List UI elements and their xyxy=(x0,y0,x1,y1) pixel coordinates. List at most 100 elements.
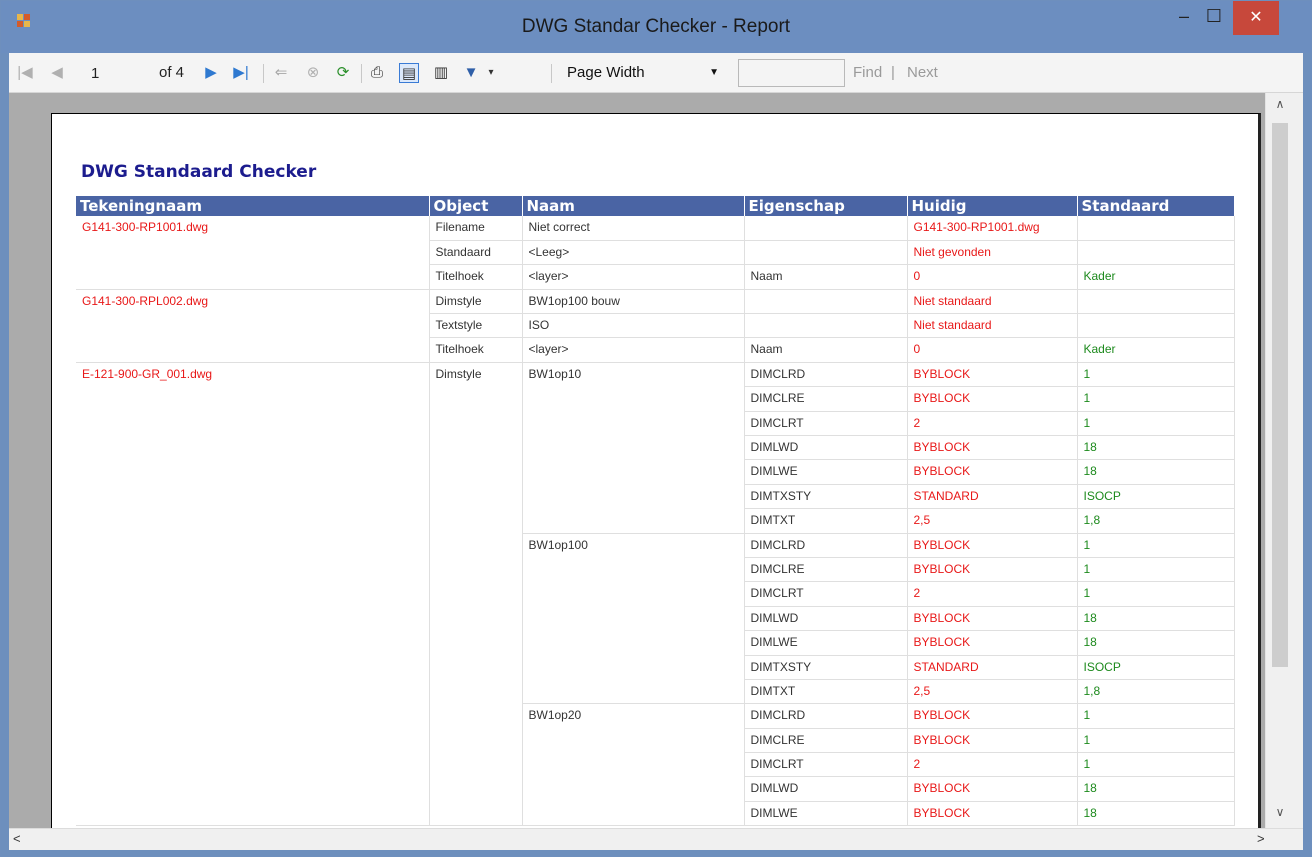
next-page-icon[interactable]: ▶ xyxy=(201,63,221,83)
table-row: DIMLWE BYBLOCK 18 xyxy=(76,459,1235,485)
standard-cell: 1,8 xyxy=(1077,679,1235,705)
object-cell xyxy=(429,508,523,534)
table-row: DIMCLRE BYBLOCK 1 xyxy=(76,728,1235,754)
refresh-icon[interactable]: ⟳ xyxy=(333,63,353,83)
report-table: Tekeningnaam Object Naam Eigenschap Huid… xyxy=(76,196,1235,827)
name-cell xyxy=(522,728,745,753)
drawing-name-cell xyxy=(76,776,430,802)
property-cell: DIMCLRT xyxy=(744,411,908,437)
chevron-down-icon: ▼ xyxy=(709,67,719,78)
page-count-label: of 4 xyxy=(159,64,185,81)
drawing-name-cell xyxy=(76,728,430,753)
property-cell: DIMLWE xyxy=(744,459,908,485)
minimize-button[interactable]: – xyxy=(1171,1,1197,35)
drawing-name-cell xyxy=(76,581,430,607)
back-icon[interactable]: ⇐ xyxy=(271,63,291,83)
standard-cell xyxy=(1077,240,1235,266)
stop-icon[interactable]: ⊗ xyxy=(303,63,323,83)
find-button[interactable]: Find xyxy=(853,53,882,93)
current-cell: 2 xyxy=(907,581,1078,607)
report-viewport[interactable]: DWG Standaard Checker Tekeningnaam Objec… xyxy=(9,93,1303,828)
table-row: DIMTXSTY STANDARD ISOCP xyxy=(76,655,1235,680)
print-layout-icon[interactable]: ▤ xyxy=(399,63,419,83)
property-cell: DIMTXSTY xyxy=(744,655,908,680)
print-icon[interactable]: ⎙ xyxy=(367,63,387,83)
title-bar[interactable]: DWG Standar Checker - Report – ☐ ✕ xyxy=(1,1,1311,53)
table-row: Titelhoek <layer> Naam 0 Kader xyxy=(76,337,1235,363)
standard-cell: Kader xyxy=(1077,264,1235,290)
zoom-value: Page Width xyxy=(567,64,645,81)
current-cell: BYBLOCK xyxy=(907,557,1078,583)
last-page-icon[interactable]: ▶| xyxy=(231,63,251,83)
scroll-down-icon[interactable]: ∨ xyxy=(1272,805,1288,819)
object-cell xyxy=(429,801,523,827)
drawing-name-cell xyxy=(76,533,430,558)
export-dropdown-icon[interactable]: ▾ xyxy=(481,63,501,83)
close-button[interactable]: ✕ xyxy=(1233,1,1279,35)
object-cell xyxy=(429,728,523,753)
table-row: DIMLWD BYBLOCK 18 xyxy=(76,435,1235,461)
table-row: BW1op100 DIMCLRD BYBLOCK 1 xyxy=(76,533,1235,558)
table-row: DIMCLRT 2 1 xyxy=(76,581,1235,607)
drawing-name-cell xyxy=(76,508,430,534)
table-row: Textstyle ISO Niet standaard xyxy=(76,313,1235,339)
table-row: E-121-900-GR_001.dwg Dimstyle BW1op10 DIMCL… xyxy=(76,362,1235,388)
property-cell: DIMCLRE xyxy=(744,728,908,754)
object-cell: Titelhoek xyxy=(429,337,523,363)
maximize-button[interactable]: ☐ xyxy=(1197,1,1231,35)
object-cell xyxy=(429,606,523,631)
property-cell: DIMLWE xyxy=(744,801,908,827)
current-page-input[interactable]: 1 xyxy=(91,63,141,84)
current-cell: BYBLOCK xyxy=(907,703,1078,729)
table-row: DIMCLRT 2 1 xyxy=(76,411,1235,437)
scroll-up-icon[interactable]: ∧ xyxy=(1272,97,1288,111)
name-cell xyxy=(522,752,745,777)
current-cell: BYBLOCK xyxy=(907,606,1078,632)
object-cell xyxy=(429,581,523,607)
standard-cell: 18 xyxy=(1077,801,1235,827)
first-page-icon[interactable]: |◀ xyxy=(15,63,35,83)
drawing-name-cell xyxy=(76,557,430,582)
column-header: Standaard xyxy=(1077,196,1235,216)
horizontal-scrollbar[interactable]: < > xyxy=(9,828,1303,850)
previous-page-icon[interactable]: ◀ xyxy=(47,63,67,83)
drawing-name-cell xyxy=(76,411,430,436)
property-cell xyxy=(744,216,908,241)
standard-cell: 1 xyxy=(1077,703,1235,729)
toolbar-separator xyxy=(263,64,264,83)
property-cell xyxy=(744,313,908,339)
property-cell: DIMTXT xyxy=(744,679,908,705)
current-cell: 2,5 xyxy=(907,679,1078,705)
scroll-left-icon[interactable]: < xyxy=(13,831,21,846)
next-button[interactable]: Next xyxy=(907,53,938,93)
property-cell: DIMTXSTY xyxy=(744,484,908,510)
drawing-name-cell xyxy=(76,703,430,729)
report-table-body: G141-300-RP1001.dwg Filename Niet correct G… xyxy=(76,216,1235,827)
zoom-select[interactable]: Page Width ▼ xyxy=(557,62,725,84)
page-setup-icon[interactable]: ▥ xyxy=(431,63,451,83)
scroll-right-icon[interactable]: > xyxy=(1257,831,1265,846)
column-header: Tekeningnaam xyxy=(76,196,430,216)
drawing-name-cell xyxy=(76,435,430,460)
table-header-row: Tekeningnaam Object Naam Eigenschap Huid… xyxy=(76,196,1235,216)
name-cell xyxy=(522,411,745,436)
find-separator: | xyxy=(891,64,895,81)
current-cell: BYBLOCK xyxy=(907,630,1078,656)
drawing-name-cell xyxy=(76,240,430,265)
object-cell xyxy=(429,386,523,412)
name-cell xyxy=(522,484,745,509)
current-cell: G141-300-RP1001.dwg xyxy=(907,216,1078,241)
find-input[interactable] xyxy=(738,59,845,87)
export-icon[interactable]: ▼ xyxy=(461,63,481,83)
current-cell: 0 xyxy=(907,337,1078,363)
drawing-name-cell xyxy=(76,264,430,290)
property-cell: DIMTXT xyxy=(744,508,908,534)
vertical-scroll-thumb[interactable] xyxy=(1272,123,1288,667)
property-cell: DIMCLRD xyxy=(744,703,908,729)
table-row: Standaard <Leeg> Niet gevonden xyxy=(76,240,1235,266)
current-cell: 0 xyxy=(907,264,1078,290)
drawing-name-cell xyxy=(76,752,430,777)
current-cell: Niet standaard xyxy=(907,289,1078,315)
vertical-scrollbar[interactable]: ∧ ∨ xyxy=(1265,93,1303,828)
object-cell: Dimstyle xyxy=(429,289,523,315)
